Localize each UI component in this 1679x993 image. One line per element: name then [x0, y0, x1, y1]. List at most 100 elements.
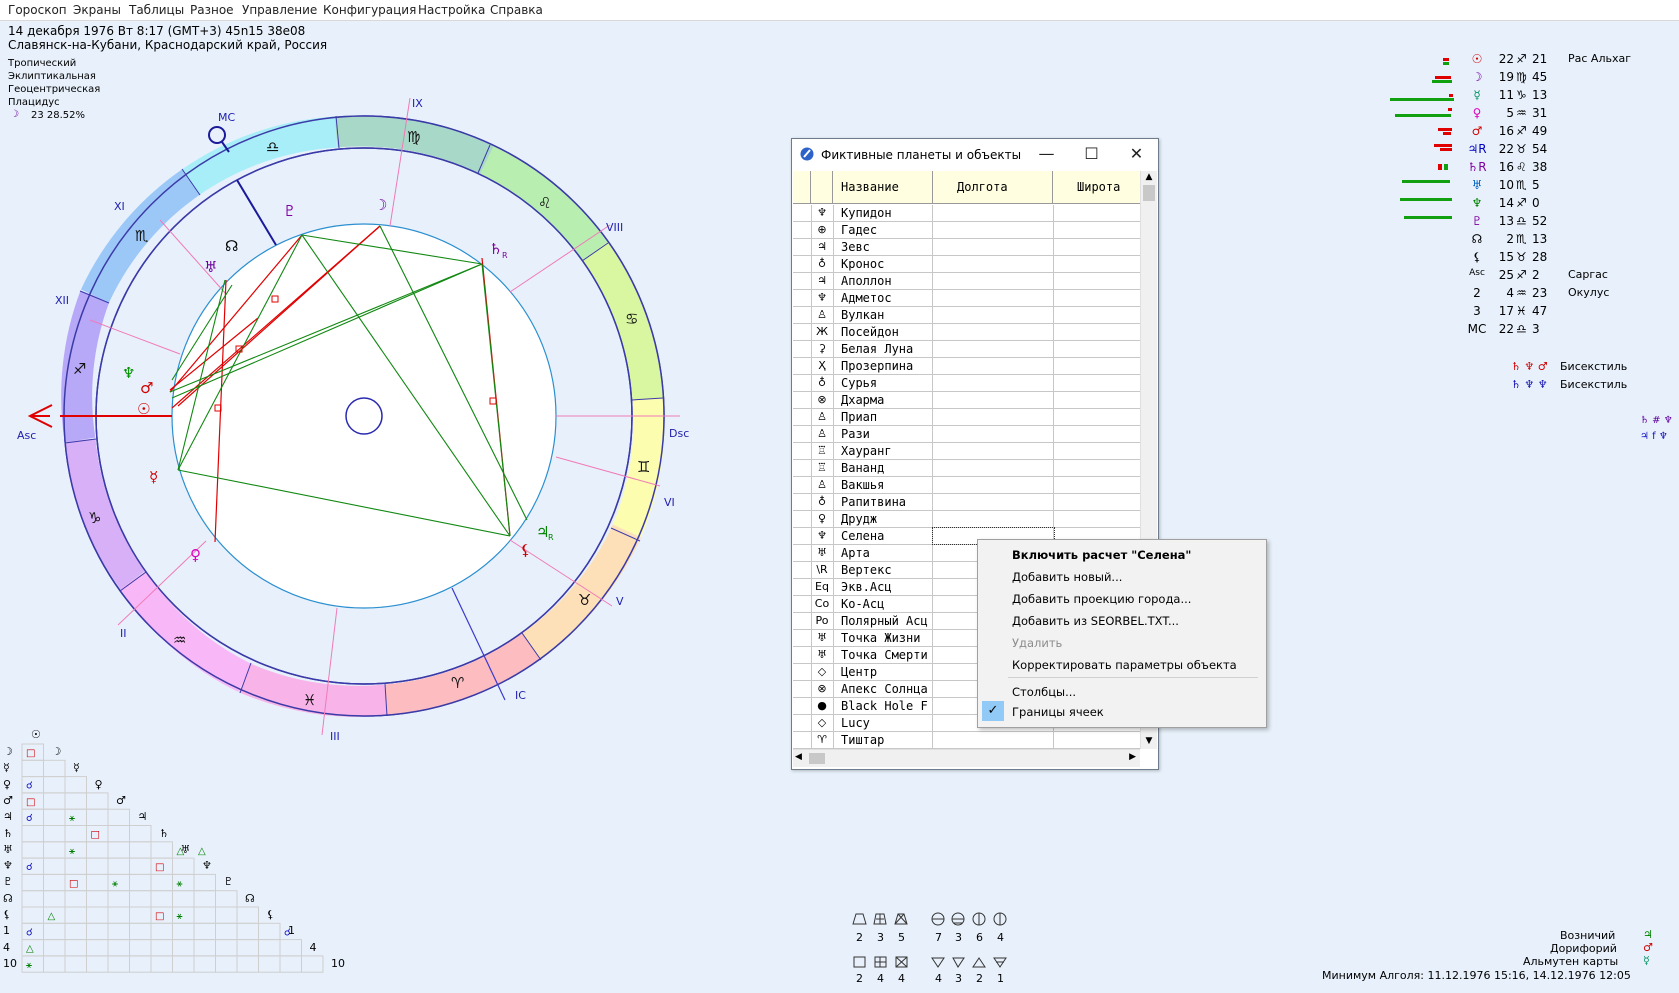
- close-button[interactable]: ✕: [1114, 139, 1159, 169]
- longitude-cell[interactable]: [933, 732, 1054, 748]
- menu-screens[interactable]: Экраны: [73, 3, 121, 17]
- row-header[interactable]: [793, 392, 812, 408]
- table-row[interactable]: ⊕ Гадес: [793, 222, 1140, 239]
- col-latitude[interactable]: Широта: [1053, 171, 1140, 203]
- row-header[interactable]: [793, 545, 812, 561]
- table-row[interactable]: ♙ Вулкан: [793, 307, 1140, 324]
- minimize-button[interactable]: —: [1024, 139, 1069, 169]
- row-header[interactable]: [793, 664, 812, 680]
- object-name[interactable]: Экв.Асц: [833, 579, 933, 595]
- object-name[interactable]: Посейдон: [833, 324, 933, 340]
- object-name[interactable]: Апекс Солнца: [833, 681, 933, 697]
- longitude-cell[interactable]: [933, 443, 1054, 459]
- menu-add-from-file[interactable]: Добавить из SEORBEL.TXT...: [1012, 614, 1179, 628]
- object-name[interactable]: Black Hole F: [833, 698, 933, 714]
- latitude-cell[interactable]: [1053, 392, 1140, 408]
- table-row[interactable]: ⚳ Белая Луна: [793, 341, 1140, 358]
- table-row[interactable]: ♙ Вакшья: [793, 477, 1140, 494]
- row-header[interactable]: [793, 477, 812, 493]
- table-row[interactable]: ♙ Приап: [793, 409, 1140, 426]
- table-row[interactable]: ♈ Тиштар: [793, 732, 1140, 749]
- menu-control[interactable]: Управление: [242, 3, 317, 17]
- menu-tables[interactable]: Таблицы: [129, 3, 184, 17]
- menu-enable-calc[interactable]: Включить расчет "Селена": [1012, 548, 1191, 562]
- longitude-cell[interactable]: [933, 460, 1054, 476]
- latitude-cell[interactable]: [1053, 256, 1140, 272]
- longitude-cell[interactable]: [933, 205, 1054, 221]
- latitude-cell[interactable]: [1053, 375, 1140, 391]
- object-name[interactable]: Дхарма: [833, 392, 933, 408]
- object-name[interactable]: Полярный Асц: [833, 613, 933, 629]
- object-name[interactable]: Вакшья: [833, 477, 933, 493]
- row-header[interactable]: [793, 511, 812, 527]
- row-header[interactable]: [793, 460, 812, 476]
- row-header[interactable]: [793, 239, 812, 255]
- table-row[interactable]: Ҳ Прозерпина: [793, 358, 1140, 375]
- longitude-cell[interactable]: [933, 256, 1054, 272]
- object-name[interactable]: Купидон: [833, 205, 933, 221]
- longitude-cell[interactable]: [933, 324, 1054, 340]
- object-name[interactable]: Друдж: [833, 511, 933, 527]
- menu-configuration[interactable]: Конфигурация: [323, 3, 416, 17]
- object-name[interactable]: Зевс: [833, 239, 933, 255]
- table-row[interactable]: ♁ Сурья: [793, 375, 1140, 392]
- longitude-cell[interactable]: [933, 273, 1054, 289]
- row-header[interactable]: [793, 732, 812, 748]
- scroll-thumb[interactable]: [1143, 185, 1155, 201]
- row-header[interactable]: [793, 307, 812, 323]
- menu-columns[interactable]: Столбцы...: [1012, 685, 1076, 699]
- hscroll-thumb[interactable]: [809, 753, 825, 764]
- table-row[interactable]: ♁ Рапитвина: [793, 494, 1140, 511]
- row-header[interactable]: [793, 630, 812, 646]
- dialog-titlebar[interactable]: Фиктивные планеты и объекты — ☐ ✕: [792, 139, 1158, 169]
- row-header[interactable]: [793, 681, 812, 697]
- menu-add-new[interactable]: Добавить новый...: [1012, 570, 1122, 584]
- scroll-down-arrow[interactable]: ▼: [1143, 735, 1155, 747]
- latitude-cell[interactable]: [1053, 205, 1140, 221]
- longitude-cell[interactable]: [933, 511, 1054, 527]
- table-row[interactable]: ♀ Друдж: [793, 511, 1140, 528]
- row-header[interactable]: [793, 562, 812, 578]
- table-row[interactable]: ♃ Аполлон: [793, 273, 1140, 290]
- scroll-left-arrow[interactable]: ◀: [795, 752, 802, 762]
- object-name[interactable]: Аполлон: [833, 273, 933, 289]
- scroll-right-arrow[interactable]: ▶: [1129, 752, 1136, 762]
- longitude-cell[interactable]: [933, 426, 1054, 442]
- latitude-cell[interactable]: [1053, 307, 1140, 323]
- menu-edit-object[interactable]: Корректировать параметры объекта: [1012, 658, 1237, 672]
- object-name[interactable]: Гадес: [833, 222, 933, 238]
- row-header[interactable]: [793, 205, 812, 221]
- latitude-cell[interactable]: [1053, 409, 1140, 425]
- row-header[interactable]: [793, 647, 812, 663]
- row-header[interactable]: [793, 528, 812, 544]
- latitude-cell[interactable]: [1053, 341, 1140, 357]
- row-header[interactable]: [793, 715, 812, 731]
- menu-add-city-projection[interactable]: Добавить проекцию города...: [1012, 592, 1191, 606]
- object-name[interactable]: Рапитвина: [833, 494, 933, 510]
- menu-horoscope[interactable]: Гороскоп: [8, 3, 67, 17]
- row-header[interactable]: [793, 290, 812, 306]
- row-header[interactable]: [793, 698, 812, 714]
- object-name[interactable]: Вертекс: [833, 562, 933, 578]
- latitude-cell[interactable]: [1053, 511, 1140, 527]
- longitude-cell[interactable]: [933, 239, 1054, 255]
- horoscope-wheel[interactable]: ♎♍♌ ♋♊♉ ♈♓♒ ♑♐♏ ♇ ☽ ♄ R ☊ ♅ ♆ ♂ ☉ ☿ ♀ ♃R…: [0, 95, 700, 755]
- aspect-grid[interactable]: □ ☌ □ ☌ ⚹ ⚹ ☌ □ □ □ ⚹ ⚹ △ △ △ □ ⚹ ☌ △ ⚹ ☌ ☉ ☽ ☽ ☿ ☿ ♀ ♀ ♂ ♂ ♃ ♃ ♄ ♄ ♅ ♅ ♆ ♆ ♇ ♇…: [0, 728, 390, 990]
- object-name[interactable]: Селена: [833, 528, 933, 544]
- menu-misc[interactable]: Разное: [190, 3, 234, 17]
- menu-settings[interactable]: Настройка: [418, 3, 485, 17]
- latitude-cell[interactable]: [1053, 222, 1140, 238]
- latitude-cell[interactable]: [1053, 273, 1140, 289]
- longitude-cell[interactable]: [933, 409, 1054, 425]
- object-name[interactable]: Ко-Асц: [833, 596, 933, 612]
- row-header[interactable]: [793, 613, 812, 629]
- object-name[interactable]: Прозерпина: [833, 358, 933, 374]
- latitude-cell[interactable]: [1053, 443, 1140, 459]
- object-name[interactable]: Ванaнд: [833, 460, 933, 476]
- table-row[interactable]: ♙ Рази: [793, 426, 1140, 443]
- table-row[interactable]: ♆ Купидон: [793, 205, 1140, 222]
- object-name[interactable]: Центр Галактики: [833, 664, 933, 680]
- row-header[interactable]: [793, 494, 812, 510]
- object-name[interactable]: Сурья: [833, 375, 933, 391]
- row-header[interactable]: [793, 222, 812, 238]
